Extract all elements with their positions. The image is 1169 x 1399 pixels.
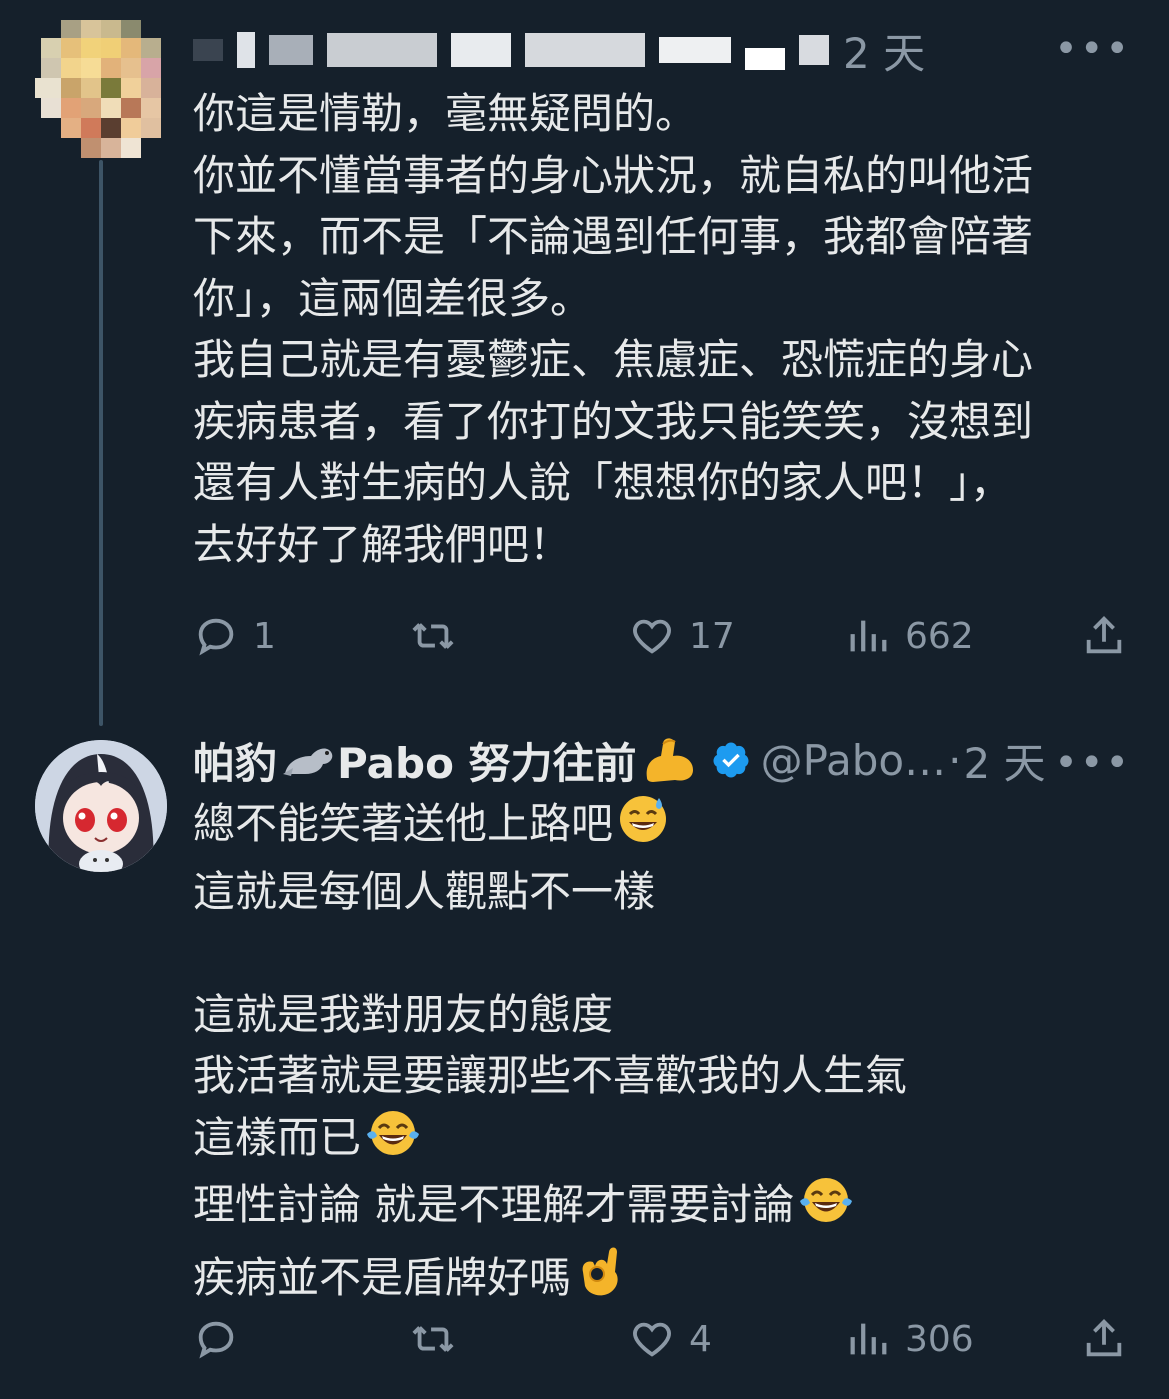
tweet-line: 下來，而不是「不論遇到任何事，我都會陪著 <box>193 212 1034 261</box>
views-count: 662 <box>905 615 974 657</box>
retweet-icon <box>412 1326 454 1352</box>
tweet-line: 這就是我對朋友的態度 <box>193 989 614 1039</box>
tweet-actions: 4 306 <box>193 1309 1133 1369</box>
avatar[interactable] <box>35 740 167 872</box>
reply-button[interactable]: 1 <box>193 606 276 666</box>
views-count: 306 <box>905 1318 974 1360</box>
reply-icon <box>198 1321 234 1359</box>
sweat-smile-emoji <box>617 792 669 861</box>
redacted-username[interactable] <box>193 30 843 70</box>
verified-badge-icon <box>713 742 749 778</box>
heart-icon <box>633 1322 671 1357</box>
share-button[interactable] <box>1081 606 1127 666</box>
share-button[interactable] <box>1081 1309 1127 1369</box>
heart-icon <box>633 619 671 654</box>
display-name[interactable]: 帕豹 <box>193 730 277 791</box>
bar-chart-icon <box>850 620 887 652</box>
tweet-timestamp[interactable]: 2 天 <box>963 730 1045 791</box>
tweet-2[interactable]: 帕豹 Pabo 努力往前 @Pabo… · 2 天 ••• 總不能笑著送他上路吧… <box>0 720 1169 1399</box>
tweet-body: 你這是情勒，毫無疑問的。 你並不懂當事者的身心狀況，就自私的叫他活 下來，而不是… <box>193 83 1113 575</box>
tweet-header-redacted: 2 天 <box>193 20 925 80</box>
tweet-header: 帕豹 Pabo 努力往前 @Pabo… · 2 天 <box>193 730 1046 790</box>
tweet-line: 這就是每個人觀點不一樣 <box>193 866 656 916</box>
share-icon <box>1086 1319 1122 1357</box>
tears-of-joy-emoji <box>365 1108 421 1175</box>
display-name-suffix[interactable]: Pabo 努力往前 <box>337 730 637 791</box>
tweet-line: 疾病患者，看了你打的文我只能笑笑，沒想到 <box>193 396 1034 446</box>
tweet-line: 你並不懂當事者的身心狀況，就自私的叫他活 <box>193 150 1034 200</box>
retweet-button[interactable] <box>410 1309 456 1369</box>
tweet-line: 去好好了解我們吧！ <box>193 519 572 569</box>
tweet-line: 疾病並不是盾牌好嗎 <box>193 1242 1113 1315</box>
share-icon <box>1086 616 1122 654</box>
tweet-timestamp[interactable]: 2 天 <box>843 20 925 81</box>
tweet-line: 我自己就是有憂鬱症、焦慮症、恐慌症的身心 <box>193 335 1034 384</box>
tweet-line-empty <box>193 922 1113 984</box>
tweet-line: 理性討論 就是不理解才需要討論 <box>193 1174 1113 1242</box>
seal-emoji <box>281 738 337 782</box>
tweet-actions: 1 17 662 <box>193 606 1133 666</box>
thread-connector-line <box>99 160 103 726</box>
ok-hand-emoji <box>575 1242 625 1315</box>
views-button[interactable]: 306 <box>845 1309 974 1369</box>
separator-dot: · <box>948 735 962 785</box>
flexed-biceps-emoji <box>641 732 697 788</box>
bar-chart-icon <box>850 1323 887 1355</box>
views-button[interactable]: 662 <box>845 606 974 666</box>
like-button[interactable]: 17 <box>629 606 735 666</box>
tweet-line: 你」，這兩個差很多。 <box>193 273 593 323</box>
tweet-1[interactable]: 2 天 ••• 你這是情勒，毫無疑問的。 你並不懂當事者的身心狀況，就自私的叫他… <box>0 0 1169 726</box>
tweet-line: 還有人對生病的人說「想想你的家人吧！」， <box>193 458 1013 507</box>
avatar-pixelated[interactable] <box>35 20 167 158</box>
retweet-button[interactable] <box>410 606 456 666</box>
like-button[interactable]: 4 <box>629 1309 712 1369</box>
tweet-line: 我活著就是要讓那些不喜歡我的人生氣 <box>193 1051 908 1100</box>
user-handle[interactable]: @Pabo… <box>761 736 947 785</box>
reply-count: 1 <box>253 615 276 657</box>
more-horizontal-icon[interactable]: ••• <box>1054 26 1131 72</box>
tweet-line: 這樣而已 <box>193 1107 1113 1175</box>
reply-button[interactable] <box>193 1309 253 1369</box>
tweet-line: 你這是情勒，毫無疑問的。 <box>193 89 698 138</box>
tears-of-joy-emoji <box>798 1175 854 1242</box>
retweet-icon <box>412 623 454 649</box>
reply-icon <box>198 618 234 656</box>
tweet-line: 總不能笑著送他上路吧 <box>193 792 1113 861</box>
tweet-body: 總不能笑著送他上路吧 這就是每個人觀點不一樣 這就是我對朋友的態度 我活著就是要… <box>193 792 1113 1314</box>
like-count: 17 <box>689 615 735 657</box>
like-count: 4 <box>689 1318 712 1360</box>
more-horizontal-icon[interactable]: ••• <box>1054 740 1131 786</box>
